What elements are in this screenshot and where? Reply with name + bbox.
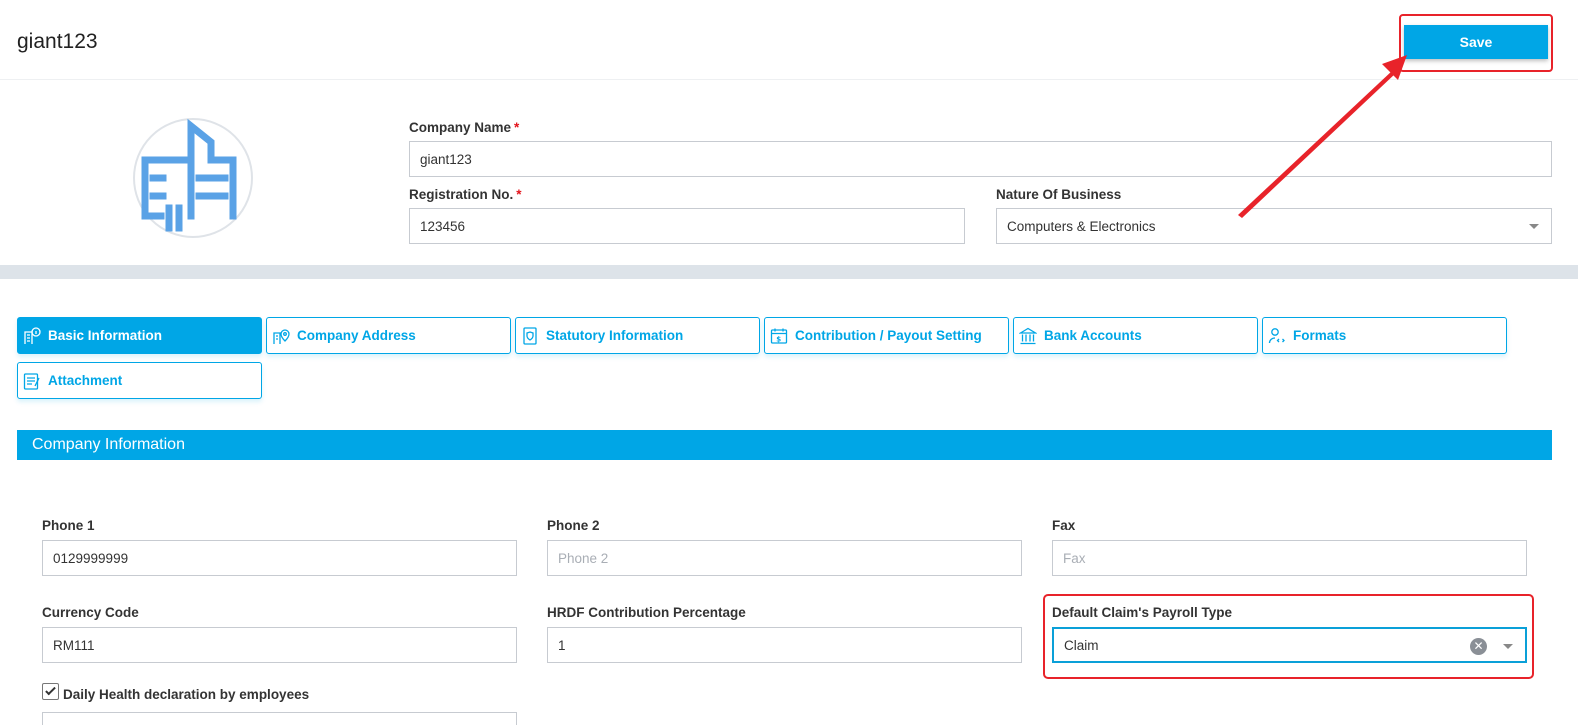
tab-label: Contribution / Payout Setting (795, 328, 982, 343)
phone1-label: Phone 1 (42, 518, 95, 533)
phone1-input[interactable]: 0129999999 (42, 540, 517, 576)
tab-basic-information[interactable]: Basic Information (17, 317, 262, 354)
save-button[interactable]: Save (1404, 25, 1548, 59)
tab-label: Bank Accounts (1044, 328, 1142, 343)
bank-icon (1019, 327, 1037, 345)
nature-of-business-label: Nature Of Business (996, 187, 1122, 202)
chevron-down-icon[interactable] (1503, 644, 1513, 649)
attachment-document-icon (23, 373, 40, 390)
hrdf-label: HRDF Contribution Percentage (547, 605, 746, 620)
dollar-calendar-icon: $ (770, 328, 788, 344)
currency-code-label: Currency Code (42, 605, 139, 620)
chevron-down-icon (1529, 224, 1539, 229)
phone2-input[interactable]: Phone 2 (547, 540, 1022, 576)
clear-icon[interactable]: ✕ (1470, 638, 1487, 655)
company-name-label-text: Company Name (409, 120, 512, 135)
tab-label: Attachment (48, 373, 123, 388)
health-declaration-label: Daily Health declaration by employees (63, 687, 310, 702)
registration-input[interactable]: 123456 (409, 208, 965, 244)
required-mark: * (516, 187, 522, 202)
registration-label-text: Registration No. (409, 187, 514, 202)
claim-type-label: Default Claim's Payroll Type (1052, 605, 1233, 620)
currency-code-input[interactable]: RM111 (42, 627, 517, 663)
health-declaration-checkbox[interactable] (42, 683, 59, 700)
tab-label: Basic Information (48, 328, 163, 343)
check-icon (45, 684, 56, 696)
company-name-input[interactable]: giant123 (409, 141, 1552, 177)
nature-of-business-value: Computers & Electronics (1007, 218, 1156, 234)
health-declaration-input[interactable] (42, 712, 517, 725)
registration-label: Registration No. * (409, 187, 522, 202)
building-icon (141, 118, 237, 232)
tab-bank-accounts[interactable]: Bank Accounts (1013, 317, 1258, 354)
claim-type-value: Claim (1064, 637, 1099, 653)
fax-label: Fax (1052, 518, 1076, 533)
svg-text:$: $ (776, 336, 781, 344)
tab-label: Company Address (297, 328, 416, 343)
page-title: giant123 (17, 30, 98, 53)
claim-type-select[interactable]: Claim ✕ (1052, 627, 1527, 663)
company-information-header: Company Information (17, 430, 1552, 460)
tab-label: Formats (1293, 328, 1347, 343)
user-code-icon (1268, 328, 1285, 344)
tab-statutory-information[interactable]: Statutory Information (515, 317, 760, 354)
company-logo[interactable] (133, 118, 253, 238)
required-mark: * (514, 120, 520, 135)
section-divider (0, 265, 1578, 279)
fax-input[interactable]: Fax (1052, 540, 1527, 576)
hrdf-input[interactable]: 1 (547, 627, 1022, 663)
tab-attachment[interactable]: Attachment (17, 362, 262, 399)
company-name-label: Company Name * (409, 120, 519, 135)
tab-formats[interactable]: Formats (1262, 317, 1507, 354)
location-building-icon (273, 329, 290, 344)
page-header: giant123 (0, 0, 1578, 80)
tab-contribution-payout-setting[interactable]: $ Contribution / Payout Setting (764, 317, 1009, 354)
tab-company-address[interactable]: Company Address (266, 317, 511, 354)
tab-label: Statutory Information (546, 328, 684, 343)
shield-document-icon (523, 327, 537, 345)
info-building-icon (24, 327, 41, 344)
nature-of-business-select[interactable]: Computers & Electronics (996, 208, 1552, 244)
phone2-label: Phone 2 (547, 518, 600, 533)
